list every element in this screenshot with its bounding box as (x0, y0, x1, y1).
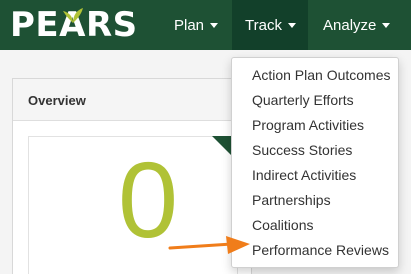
track-dropdown-menu: Action Plan Outcomes Quarterly Efforts P… (231, 57, 399, 268)
nav-track[interactable]: Track (232, 0, 308, 50)
top-navbar: PEARS Plan Track Analyze (0, 0, 411, 50)
menu-item-coalitions[interactable]: Coalitions (232, 213, 398, 238)
leaf-icon (63, 8, 83, 23)
nav-analyze[interactable]: Analyze (323, 0, 391, 50)
nav-plan-label: Plan (174, 16, 205, 34)
caret-down-icon (382, 22, 391, 28)
menu-item-quarterly-efforts[interactable]: Quarterly Efforts (232, 88, 398, 113)
menu-item-indirect-activities[interactable]: Indirect Activities (232, 163, 398, 188)
overview-panel-header: Overview (13, 79, 251, 121)
menu-item-action-plan-outcomes[interactable]: Action Plan Outcomes (232, 63, 398, 88)
menu-item-success-stories[interactable]: Success Stories (232, 138, 398, 163)
menu-item-partnerships[interactable]: Partnerships (232, 188, 398, 213)
menu-item-performance-reviews[interactable]: Performance Reviews (232, 238, 398, 263)
overview-title: Overview (28, 93, 86, 108)
pears-logo[interactable]: PEARS (10, 2, 138, 48)
caret-down-icon (210, 22, 219, 28)
annotation-arrow-icon (168, 236, 250, 254)
menu-item-program-activities[interactable]: Program Activities (232, 113, 398, 138)
nav-analyze-label: Analyze (323, 16, 377, 34)
nav-track-label: Track (245, 16, 282, 34)
nav-plan[interactable]: Plan (174, 0, 219, 50)
caret-down-icon (287, 22, 296, 28)
